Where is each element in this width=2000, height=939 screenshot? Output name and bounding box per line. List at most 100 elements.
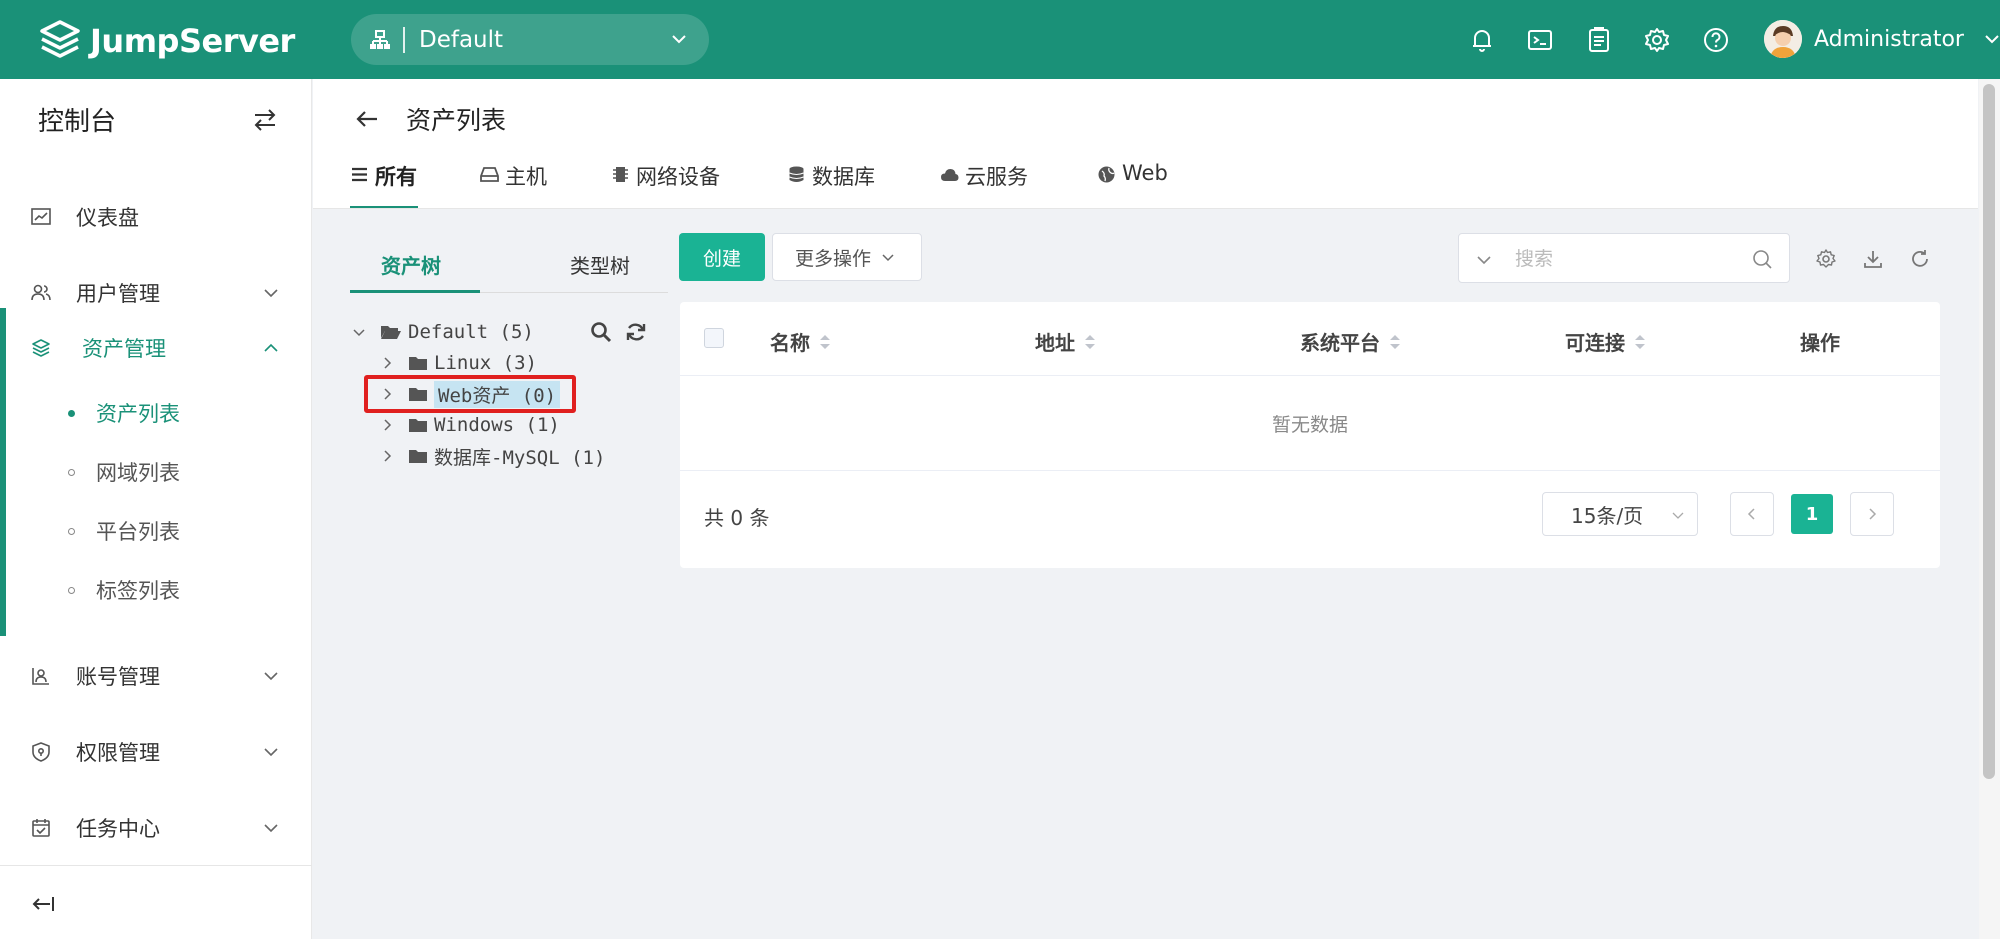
page-size-select[interactable]: 15条/页	[1542, 492, 1698, 536]
column-header-connectivity[interactable]: 可连接	[1565, 327, 1647, 356]
column-label: 地址	[1035, 331, 1075, 355]
chevron-down-icon	[264, 748, 278, 757]
bullet-dot	[68, 468, 75, 476]
hdd-icon	[480, 167, 499, 182]
help-question-icon[interactable]	[1702, 26, 1730, 54]
switch-view-icon[interactable]	[252, 107, 278, 133]
tree-node-root[interactable]: Default (5)	[352, 318, 534, 346]
folder-icon	[409, 419, 427, 432]
tree-node-label: 数据库-MySQL (1)	[434, 446, 606, 469]
chevron-down-icon[interactable]	[1475, 251, 1493, 269]
sidebar-item-accounts[interactable]: 账号管理	[0, 656, 312, 696]
users-icon	[31, 284, 51, 301]
sidebar-item-tasks[interactable]: 任务中心	[0, 808, 312, 848]
tree-node-mysql[interactable]: 数据库-MySQL (1)	[380, 442, 605, 470]
caret-down-icon	[353, 329, 365, 337]
user-name: Administrator	[1814, 26, 1964, 52]
accounts-icon	[32, 668, 49, 685]
calendar-task-icon	[32, 819, 50, 837]
tree-node-linux[interactable]: Linux (3)	[380, 349, 537, 377]
tab-all[interactable]: 所有	[350, 161, 417, 205]
column-header-platform[interactable]: 系统平台	[1300, 327, 1402, 356]
org-separator	[403, 26, 405, 53]
download-icon[interactable]	[1862, 248, 1884, 270]
next-page-button[interactable]	[1850, 492, 1894, 536]
tab-network-device[interactable]: 网络设备	[611, 161, 720, 205]
document-list-icon[interactable]	[1585, 26, 1613, 54]
tree-node-label: Default (5)	[408, 321, 534, 343]
sidebar-title: 控制台	[38, 107, 117, 137]
caret-right-icon	[384, 357, 392, 369]
organization-select[interactable]: Default	[351, 14, 709, 65]
tab-cloud[interactable]: 云服务	[940, 161, 1028, 205]
tab-database[interactable]: 数据库	[787, 161, 875, 205]
sidebar-item-dashboard[interactable]: 仪表盘	[0, 197, 312, 237]
page-number-current[interactable]: 1	[1791, 494, 1833, 534]
annotation-highlight-box	[364, 375, 576, 413]
tab-label: Web	[1122, 161, 1168, 185]
cloud-icon	[941, 169, 959, 181]
chevron-right-icon	[1869, 508, 1877, 520]
refresh-icon[interactable]	[1909, 248, 1931, 270]
jumpserver-logo-icon	[40, 20, 80, 58]
settings-gear-icon[interactable]	[1643, 26, 1671, 54]
column-label: 名称	[770, 331, 810, 355]
column-header-name[interactable]: 名称	[770, 327, 832, 356]
sidebar-item-label: 权限管理	[76, 741, 160, 765]
folder-icon	[409, 450, 427, 463]
column-header-address[interactable]: 地址	[1035, 327, 1097, 356]
chip-icon	[613, 167, 628, 182]
globe-icon	[1098, 166, 1115, 183]
tab-web[interactable]: Web	[1097, 161, 1168, 205]
sidebar-item-label: 账号管理	[76, 665, 160, 689]
tab-type-tree[interactable]: 类型树	[570, 250, 630, 279]
sidebar-item-permissions[interactable]: 权限管理	[0, 732, 312, 772]
prev-page-button[interactable]	[1730, 492, 1774, 536]
tree-tab-indicator	[350, 290, 480, 293]
refresh-icon[interactable]	[625, 321, 647, 343]
search-input[interactable]	[1515, 244, 1735, 274]
caret-right-icon	[384, 419, 392, 431]
total-count: 共 0 条	[704, 506, 770, 530]
sidebar-subitem-label-list[interactable]: 标签列表	[0, 572, 312, 608]
user-menu[interactable]: Administrator	[1764, 20, 2000, 58]
asset-table-card: 名称 地址 系统平台 可连接 操作 暂无数据 共 0 条 15条/页 1	[680, 302, 1940, 568]
sidebar-subitem-asset-list[interactable]: 资产列表	[0, 395, 312, 431]
sidebar-item-label: 仪表盘	[76, 206, 139, 230]
tabs-divider	[313, 208, 1978, 209]
chevron-down-icon	[1672, 512, 1684, 519]
sidebar-item-label: 用户管理	[76, 282, 160, 306]
folder-icon	[409, 357, 427, 370]
create-button[interactable]: 创建	[679, 233, 765, 281]
collapse-sidebar-icon[interactable]	[30, 891, 56, 917]
page-scrollbar[interactable]	[1979, 79, 2000, 939]
sidebar-item-assets[interactable]: 资产管理	[0, 328, 312, 368]
sidebar-item-label: 任务中心	[76, 817, 160, 841]
tab-asset-tree[interactable]: 资产树	[381, 250, 441, 279]
bullet-dot	[68, 527, 75, 535]
tree-node-windows[interactable]: Windows (1)	[380, 411, 560, 439]
select-all-checkbox[interactable]	[704, 328, 724, 348]
notification-bell-icon[interactable]	[1468, 26, 1496, 54]
tab-label: 所有	[375, 165, 417, 189]
logo[interactable]: JumpServer	[38, 19, 295, 63]
sidebar-subitem-domain-list[interactable]: 网域列表	[0, 454, 312, 490]
empty-data-row: 暂无数据	[680, 377, 1940, 471]
sort-icon	[1390, 334, 1400, 349]
scrollbar-thumb[interactable]	[1983, 84, 1995, 779]
sidebar-subitem-platform-list[interactable]: 平台列表	[0, 513, 312, 549]
bullet-dot	[68, 409, 75, 417]
tree-node-label: Linux (3)	[434, 352, 537, 374]
sort-icon	[1085, 334, 1095, 349]
search-icon[interactable]	[590, 321, 612, 343]
search-icon[interactable]	[1751, 248, 1773, 270]
sort-icon	[820, 334, 830, 349]
more-actions-button[interactable]: 更多操作	[772, 233, 922, 281]
sidebar-item-users[interactable]: 用户管理	[0, 273, 312, 313]
chevron-down-icon	[264, 824, 278, 833]
settings-gear-icon[interactable]	[1815, 248, 1837, 270]
back-arrow-icon[interactable]	[353, 105, 381, 133]
tab-host[interactable]: 主机	[480, 161, 547, 205]
column-header-actions: 操作	[1800, 327, 1840, 356]
web-terminal-icon[interactable]	[1526, 26, 1554, 54]
